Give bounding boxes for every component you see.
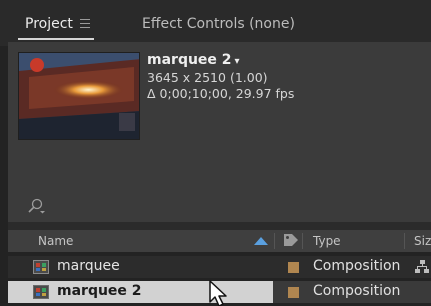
- column-name-header[interactable]: Name: [38, 234, 73, 248]
- panel-divider: [8, 222, 431, 230]
- composition-dimensions: 3645 x 2510 (1.00): [147, 70, 268, 85]
- composition-title-text: marquee 2: [147, 52, 232, 68]
- composition-icon: [33, 260, 49, 274]
- column-header: Name Type Siz: [8, 230, 431, 252]
- tab-effect-controls[interactable]: Effect Controls (none): [142, 16, 295, 32]
- label-color-swatch[interactable]: [288, 262, 299, 273]
- column-size-header[interactable]: Siz: [414, 234, 431, 248]
- tab-project[interactable]: Project: [25, 16, 73, 32]
- search-icon[interactable]: [26, 198, 46, 214]
- chevron-down-icon[interactable]: ▾: [235, 56, 240, 67]
- flowchart-icon[interactable]: [414, 259, 430, 275]
- composition-thumbnail: [18, 52, 140, 140]
- column-divider[interactable]: [302, 233, 303, 249]
- item-name: marquee: [57, 258, 120, 274]
- mouse-pointer-icon: [209, 280, 227, 306]
- panel-tab-bar: Project Effect Controls (none): [0, 0, 431, 46]
- item-type: Composition: [313, 283, 401, 299]
- composition-duration: Δ 0;00;10;00, 29.97 fps: [147, 86, 295, 101]
- project-panel-window: Project Effect Controls (none) marquee 2…: [0, 0, 431, 306]
- label-color-swatch[interactable]: [288, 287, 299, 298]
- column-divider[interactable]: [404, 233, 405, 249]
- label-tag-icon[interactable]: [283, 233, 299, 247]
- item-name: marquee 2: [57, 283, 142, 299]
- panel-menu-icon[interactable]: [80, 19, 90, 28]
- column-type-header[interactable]: Type: [313, 234, 341, 248]
- sort-ascending-icon[interactable]: [254, 237, 268, 245]
- project-item-row[interactable]: marquee Composition: [8, 256, 431, 278]
- active-tab-indicator: [18, 38, 94, 40]
- composition-icon: [33, 285, 49, 299]
- item-type: Composition: [313, 258, 401, 274]
- composition-title[interactable]: marquee 2 ▾: [147, 52, 240, 68]
- search-bar[interactable]: [8, 190, 431, 222]
- column-divider[interactable]: [274, 233, 275, 249]
